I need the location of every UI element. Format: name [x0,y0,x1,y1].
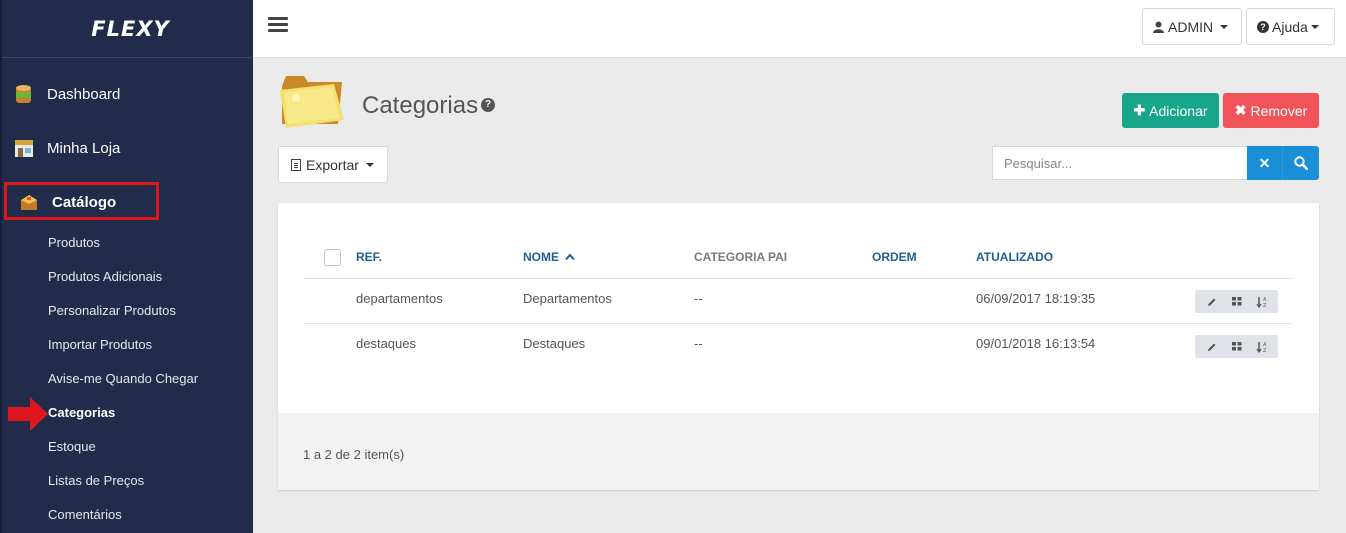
table-footer [278,413,1319,490]
svg-text:Z: Z [1263,348,1267,353]
document-icon [291,158,301,171]
cell-nome: Departamentos [523,291,612,306]
help-label: Ajuda [1272,18,1308,35]
chevron-down-icon [1220,24,1229,29]
sort-alpha-icon[interactable]: AZ [1254,340,1270,354]
sidebar-sub-produtos-adicionais[interactable]: Produtos Adicionais [48,269,162,284]
row-actions: AZ [1195,290,1278,313]
sidebar-sub-estoque[interactable]: Estoque [48,439,96,454]
select-all-checkbox[interactable] [324,249,341,266]
sort-alpha-icon[interactable]: AZ [1254,295,1270,309]
sort-ascending-icon [565,253,576,261]
sidebar-sub-comentarios[interactable]: Comentários [48,507,122,522]
remove-label: Remover [1250,102,1308,119]
export-dropdown[interactable]: Exportar [278,146,388,183]
edit-pencil-icon[interactable] [1204,295,1220,309]
column-header-label: NOME [523,250,559,264]
chevron-down-icon [365,162,374,167]
logo-area: FLEXY [2,0,253,58]
export-label: Exportar [306,156,359,173]
help-dropdown[interactable]: ? Ajuda [1246,8,1335,45]
sidebar-item-dashboard[interactable]: Dashboard [0,74,251,114]
svg-text:Z: Z [1263,303,1267,308]
categories-table-panel: REF. NOME CATEGORIA PAI ORDEM ATUALIZADO… [278,203,1319,490]
user-icon [1153,21,1164,33]
menu-toggle-icon[interactable] [268,17,288,33]
flexy-logo[interactable]: FLEXY [91,17,169,41]
cell-atualizado: 06/09/2017 18:19:35 [976,291,1096,306]
close-icon: ✕ [1258,154,1271,171]
folder-icon [280,76,344,128]
sidebar-item-minha-loja[interactable]: Minha Loja [0,128,251,168]
sidebar-sub-listas-de-precos[interactable]: Listas de Preços [48,473,144,488]
sidebar-sub-avise-me[interactable]: Avise-me Quando Chegar [48,371,198,386]
plus-icon: ✚ [1133,102,1146,118]
sidebar-item-label: Catálogo [52,193,117,211]
chevron-down-icon [1310,24,1319,29]
search-icon [1294,156,1308,170]
add-button[interactable]: ✚ Adicionar [1122,93,1219,128]
column-header-atualizado[interactable]: ATUALIZADO [976,250,1053,264]
admin-user-dropdown[interactable]: ADMIN [1142,8,1242,45]
search-input[interactable] [992,146,1248,180]
page-title: Categorias [362,92,479,119]
grid-icon[interactable] [1229,295,1245,309]
help-question-icon[interactable]: ? [481,98,495,112]
clear-search-button[interactable]: ✕ [1247,146,1283,180]
cell-categoria-pai: -- [694,336,703,351]
grid-icon[interactable] [1229,340,1245,354]
sidebar-sub-produtos[interactable]: Produtos [48,235,100,250]
sidebar-sub-categorias[interactable]: Categorias [48,405,115,420]
remove-button[interactable]: ✖ Remover [1223,93,1319,128]
sidebar-item-catalogo[interactable]: Catálogo [0,182,251,222]
cell-atualizado: 09/01/2018 16:13:54 [976,336,1096,351]
sidebar-item-label: Dashboard [47,85,121,103]
pagination-summary: 1 a 2 de 2 item(s) [303,447,405,462]
row-divider [304,323,1293,324]
cell-nome: Destaques [523,336,586,351]
column-header-ordem[interactable]: ORDEM [872,250,917,264]
column-header-categoria-pai: CATEGORIA PAI [694,250,788,264]
admin-label: ADMIN [1168,18,1214,35]
add-label: Adicionar [1149,102,1208,119]
sidebar-sub-importar-produtos[interactable]: Importar Produtos [48,337,152,352]
column-header-ref[interactable]: REF. [356,250,382,264]
cell-ref: departamentos [356,291,443,306]
close-icon: ✖ [1234,102,1247,118]
cell-ref: destaques [356,336,416,351]
sidebar-item-label: Minha Loja [47,139,121,157]
cell-categoria-pai: -- [694,291,703,306]
search-button[interactable] [1283,146,1319,180]
question-circle-icon: ? [1257,20,1269,33]
store-icon [15,140,33,157]
column-header-nome[interactable]: NOME [523,250,576,264]
edit-pencil-icon[interactable] [1204,340,1220,354]
sidebar-sub-personalizar-produtos[interactable]: Personalizar Produtos [48,303,176,318]
row-actions: AZ [1195,335,1278,358]
row-divider [304,278,1293,279]
catalog-icon [21,195,37,210]
red-arrow-annotation-icon [8,397,48,431]
dashboard-icon [16,85,31,103]
